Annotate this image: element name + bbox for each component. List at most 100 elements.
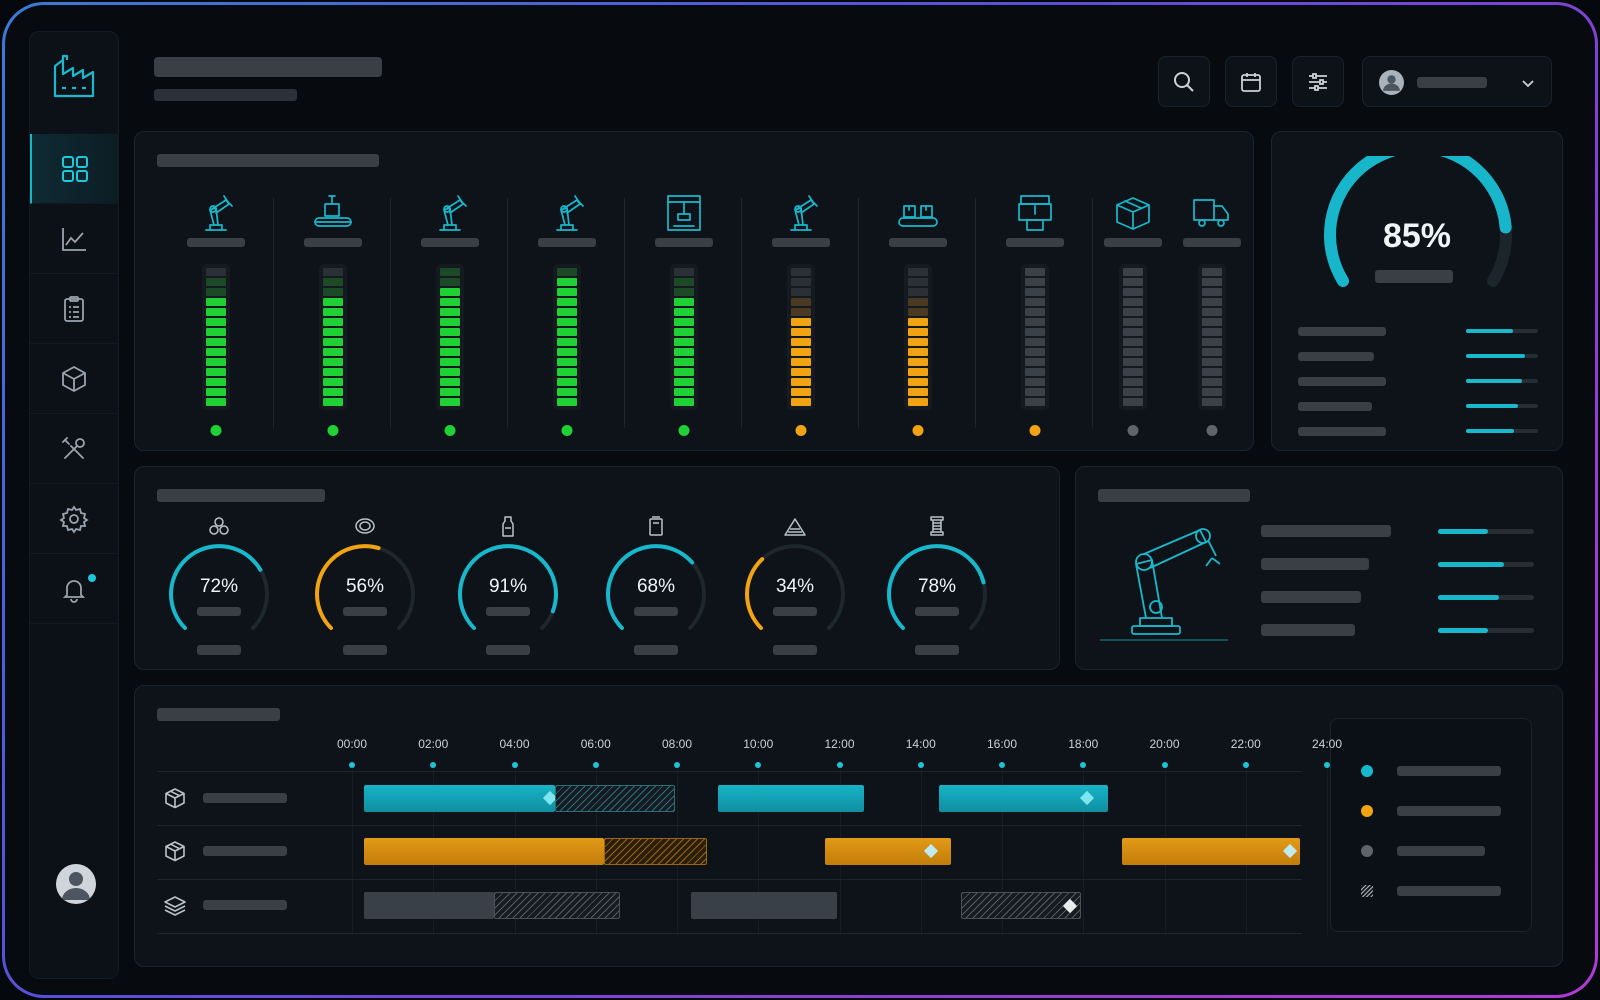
robot-arm-icon (204, 195, 233, 231)
meter-segment (790, 338, 811, 346)
metric-track (1466, 404, 1538, 408)
metric-track (1466, 354, 1538, 358)
schedule-bar[interactable] (1121, 838, 1301, 865)
nav-notifications[interactable] (30, 554, 118, 624)
meter-segment (322, 278, 343, 286)
material-gauge[interactable]: 56% (305, 511, 425, 661)
material-gauge[interactable]: 78% (877, 511, 997, 661)
status-indicator (444, 425, 455, 436)
schedule-bar[interactable] (717, 785, 864, 812)
milestone-marker[interactable] (1283, 843, 1298, 859)
meter-segment (556, 378, 577, 386)
schedule-bar[interactable] (961, 892, 1082, 919)
milestone-marker[interactable] (1062, 898, 1077, 914)
machine-card[interactable] (508, 192, 625, 442)
legend-label (1397, 886, 1501, 896)
milestone-marker[interactable] (923, 843, 938, 859)
schedule-bar[interactable] (364, 838, 604, 865)
machine-card[interactable] (157, 192, 274, 442)
meter-segment (1201, 298, 1222, 306)
schedule-bar[interactable] (364, 892, 495, 919)
schedule-bar[interactable] (555, 785, 675, 812)
nav-analytics[interactable] (30, 204, 118, 274)
dashboard-grid-icon (62, 155, 88, 182)
chevron-down-icon (1522, 80, 1534, 88)
status-indicator (1127, 425, 1138, 436)
material-gauge[interactable]: 72% (159, 511, 279, 661)
load-meter (1197, 264, 1226, 410)
meter-segment (673, 338, 694, 346)
meter-segment (322, 308, 343, 316)
meter-segment (1122, 288, 1143, 296)
machine-card[interactable] (1093, 192, 1172, 442)
meter-segment (790, 298, 811, 306)
meter-segment (673, 388, 694, 396)
meter-segment (1201, 318, 1222, 326)
gauge-value: 91% (488, 576, 528, 597)
schedule-bar[interactable] (494, 892, 620, 919)
time-tick-label: 12:00 (824, 737, 855, 751)
material-gauge[interactable]: 34% (735, 511, 855, 661)
factory-icon[interactable] (50, 52, 100, 102)
nav-dashboard[interactable] (30, 134, 118, 204)
nav-settings[interactable] (30, 484, 118, 554)
search-button[interactable] (1158, 56, 1210, 107)
user-menu[interactable] (1362, 56, 1552, 107)
nav-maintenance[interactable] (30, 414, 118, 484)
robot-arm-outline-icon (1100, 528, 1228, 641)
time-tick-label: 24:00 (1311, 737, 1343, 751)
meter-segment (205, 338, 226, 346)
gauge-value: 34% (775, 576, 815, 597)
gauge-caption (915, 607, 959, 616)
schedule-bar[interactable] (691, 892, 838, 919)
schedule-bar[interactable] (938, 785, 1108, 812)
machine-card[interactable] (391, 192, 508, 442)
material-gauge[interactable]: 68% (596, 511, 716, 661)
schedule-bar[interactable] (364, 785, 557, 812)
legend-label (1397, 806, 1501, 816)
schedule-bar[interactable] (825, 838, 952, 865)
machine-card[interactable] (625, 192, 742, 442)
status-indicator (795, 425, 806, 436)
avatar[interactable] (56, 864, 96, 904)
time-tick-marker (999, 762, 1005, 768)
meter-segment (790, 288, 811, 296)
metric-fill (1466, 354, 1526, 358)
meter-segment (1122, 398, 1143, 406)
machine-card[interactable] (976, 192, 1093, 442)
filter-button[interactable] (1292, 56, 1344, 107)
time-tick-marker (755, 762, 762, 768)
load-meter (318, 264, 347, 410)
machine-card[interactable] (742, 192, 859, 442)
meter-segment (439, 338, 460, 346)
user-avatar-icon (62, 872, 90, 900)
nav-reports[interactable] (30, 274, 118, 344)
meter-segment (322, 268, 343, 276)
legend-label (1397, 766, 1501, 776)
meter-segment (1024, 368, 1045, 376)
meter-segment (1122, 328, 1143, 336)
schedule-bar[interactable] (603, 838, 708, 865)
milestone-marker[interactable] (1080, 790, 1095, 806)
material-gauge[interactable]: 91% (448, 511, 568, 661)
load-meter (1020, 264, 1049, 410)
meter-segment (1201, 358, 1222, 366)
efficiency-caption (1375, 270, 1453, 283)
meter-segment (205, 278, 226, 286)
nav-inventory[interactable] (30, 344, 118, 414)
machine-card[interactable] (1172, 192, 1251, 442)
resource-label (203, 793, 287, 803)
machine-card[interactable] (274, 192, 391, 442)
gauge-caption (773, 607, 817, 616)
gauge-value: 78% (917, 576, 957, 597)
meter-segment (673, 288, 694, 296)
load-meter (1118, 264, 1147, 410)
meter-segment (556, 298, 577, 306)
meter-segment (1024, 398, 1045, 406)
meter-segment (322, 338, 343, 346)
metric-label (1298, 427, 1386, 436)
time-gridline (1327, 769, 1328, 935)
machine-card[interactable] (859, 192, 976, 442)
metric-fill (1466, 329, 1513, 333)
calendar-button[interactable] (1225, 56, 1277, 107)
